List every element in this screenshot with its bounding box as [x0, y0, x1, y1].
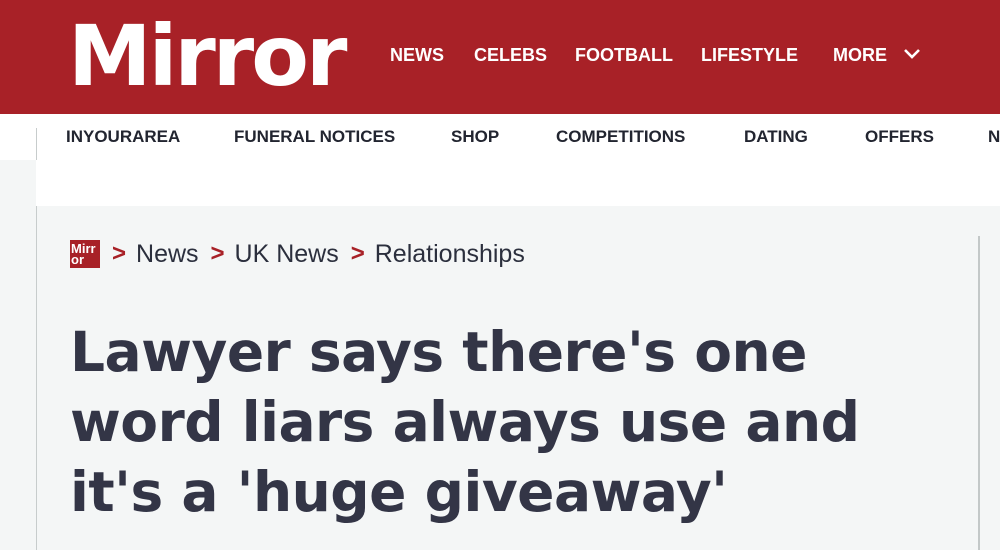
nav-more-label: MORE — [833, 45, 887, 65]
nav-shop[interactable]: SHOP — [451, 127, 499, 147]
sidebar-divider — [978, 236, 980, 550]
breadcrumb-news[interactable]: News — [136, 240, 199, 268]
chevron-down-icon — [904, 49, 920, 59]
nav-divider — [36, 128, 37, 160]
nav-offers[interactable]: OFFERS — [865, 127, 934, 147]
mirror-logo[interactable]: Mirror — [68, 8, 347, 104]
ad-slot — [36, 160, 1000, 206]
nav-news[interactable]: NEWS — [390, 44, 444, 66]
nav-overflow-item[interactable]: N — [988, 127, 1000, 147]
breadcrumb-relationships[interactable]: Relationships — [375, 240, 525, 268]
nav-inyourarea[interactable]: INYOURAREA — [66, 127, 180, 147]
breadcrumb-separator: > — [350, 240, 365, 267]
site-header: Mirror NEWS CELEBS FOOTBALL LIFESTYLE MO… — [0, 0, 1000, 114]
secondary-nav: INYOURAREA FUNERAL NOTICES SHOP COMPETIT… — [0, 114, 1000, 160]
nav-more-button[interactable]: MORE — [833, 44, 920, 66]
nav-funeral-notices[interactable]: FUNERAL NOTICES — [234, 127, 395, 147]
nav-competitions[interactable]: COMPETITIONS — [556, 127, 685, 147]
breadcrumb-separator: > — [210, 240, 225, 267]
breadcrumb-uk-news[interactable]: UK News — [235, 240, 339, 268]
breadcrumb: Mirr or > News > UK News > Relationships — [70, 238, 525, 270]
nav-celebs[interactable]: CELEBS — [474, 44, 547, 66]
nav-football[interactable]: FOOTBALL — [575, 44, 673, 66]
breadcrumb-home-logo[interactable]: Mirr or — [70, 240, 100, 268]
article-headline: Lawyer says there's one word liars alway… — [70, 320, 860, 524]
nav-lifestyle[interactable]: LIFESTYLE — [701, 44, 798, 66]
breadcrumb-separator: > — [112, 240, 127, 267]
nav-dating[interactable]: DATING — [744, 127, 808, 147]
